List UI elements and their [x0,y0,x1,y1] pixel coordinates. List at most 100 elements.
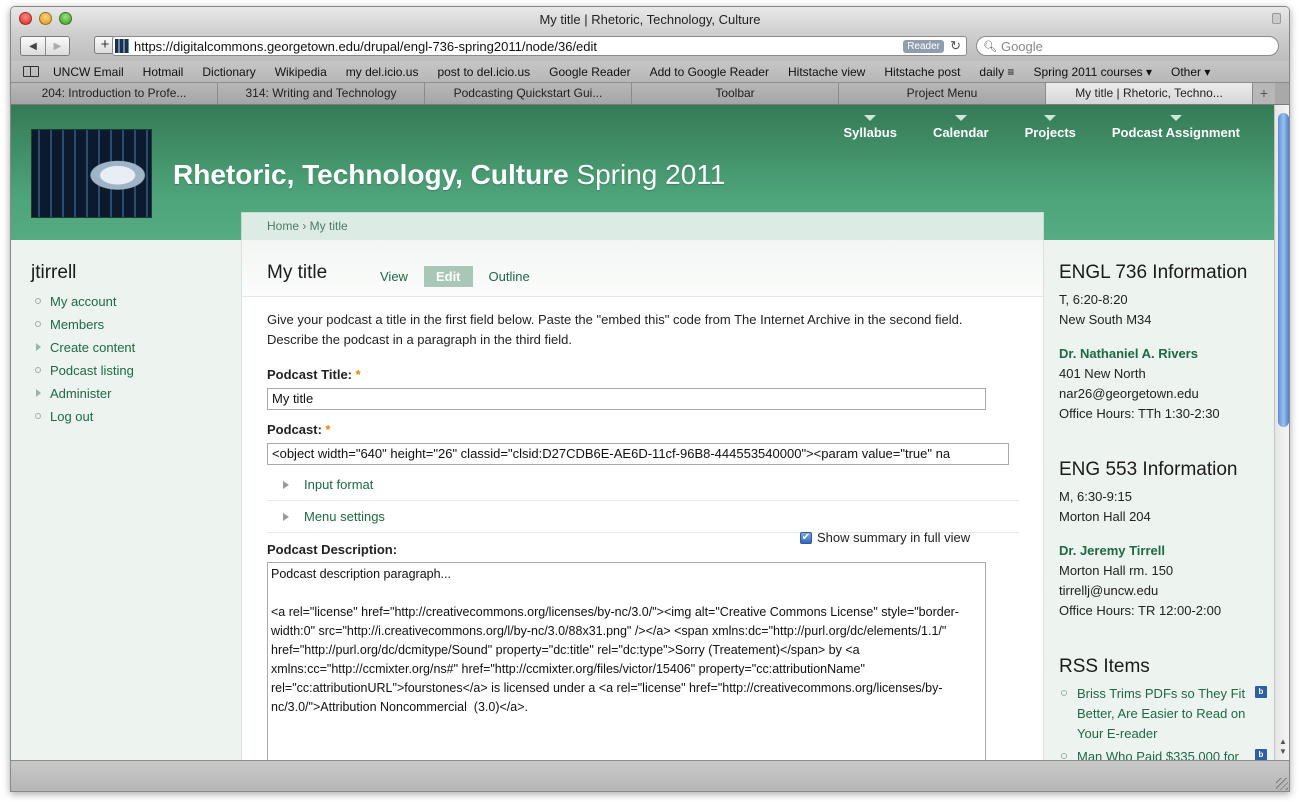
scroll-thumb[interactable] [1278,113,1289,427]
forward-button[interactable]: ▶ [45,37,69,55]
reader-button[interactable]: Reader [903,40,944,53]
menu-log-out[interactable]: Log out [33,405,135,428]
search-icon: 🔍︎ [983,40,997,53]
browser-tab[interactable]: 314: Writing and Technology [218,83,425,104]
bookmark-folder-other[interactable]: Other ▾ [1171,65,1210,79]
reading-list-icon[interactable] [23,66,39,77]
search-placeholder: Google [1000,38,1043,54]
required-marker: * [325,422,331,437]
browser-window: My title | Rhetoric, Technology, Culture… [10,6,1290,792]
page-viewport: Rhetoric, Technology, Culture Spring 201… [11,105,1274,760]
bookmark-item[interactable]: UNCW Email [53,65,124,79]
bookmark-item[interactable]: Hotmail [143,65,184,79]
chevron-down-icon: ▾ [1142,64,1152,79]
feed-source-icon: b [1255,749,1267,760]
menu-label: My account [50,294,117,309]
tab-bar: 204: Introduction to Profe... 314: Writi… [11,83,1289,105]
bookmark-item[interactable]: Hitstache post [884,65,960,79]
reload-icon[interactable]: ↻ [950,38,961,54]
podcast-embed-field[interactable]: <object width="640" height="26" classid=… [267,443,1009,465]
engl736-instructor[interactable]: Dr. Nathaniel A. Rivers [1059,346,1198,361]
bookmark-item[interactable]: my del.icio.us [346,65,419,79]
new-tab-button[interactable]: + [1253,83,1275,104]
input-format-fieldset[interactable]: Input format [267,469,1019,501]
bookmark-item[interactable]: Google Reader [549,65,630,79]
title-bar: My title | Rhetoric, Technology, Culture [11,7,1289,33]
site-title[interactable]: Rhetoric, Technology, Culture Spring 201… [173,159,725,191]
lock-icon [1272,13,1281,24]
nav-projects[interactable]: Projects [1025,115,1076,140]
required-marker: * [355,367,361,382]
rss-heading: RSS Items [1059,656,1150,677]
browser-tab[interactable]: Podcasting Quickstart Gui... [425,83,632,104]
address-bar[interactable]: https://digitalcommons.georgetown.edu/dr… [112,36,967,56]
bookmark-folder-courses[interactable]: Spring 2011 courses ▾ [1033,65,1152,79]
menu-label: Members [50,317,105,332]
fieldset-label: Input format [304,477,374,492]
expand-arrow-icon [36,343,41,351]
bullet-icon [35,298,41,304]
nav-calendar[interactable]: Calendar [933,115,989,140]
scroll-arrows-icon[interactable]: ▲ ▼ [1279,737,1287,757]
bookmark-item[interactable]: post to del.icio.us [437,65,530,79]
engl736-office: 401 New North [1059,366,1146,381]
bookmark-item[interactable]: Hitstache view [788,65,865,79]
user-menu: My account Members Create content Podcas… [33,290,135,428]
back-button[interactable]: ◀ [21,37,45,55]
site-logo[interactable] [31,129,152,218]
bookmark-folder-label: daily [979,64,1005,79]
eng553-instructor[interactable]: Dr. Jeremy Tirrell [1059,543,1165,558]
nav-podcast-assignment[interactable]: Podcast Assignment [1112,115,1240,140]
rss-item-title: Briss Trims PDFs so They Fit Better, Are… [1077,686,1246,741]
menu-podcast-listing[interactable]: Podcast listing [33,359,135,382]
browser-tab[interactable]: 204: Introduction to Profe... [11,83,218,104]
menu-label: Administer [50,386,112,401]
tab-outline[interactable]: Outline [479,266,540,287]
show-summary-label: Show summary in full view [817,530,971,545]
breadcrumb[interactable]: Home › My title [241,212,1044,240]
bookmark-item[interactable]: Dictionary [202,65,255,79]
tab-edit[interactable]: Edit [423,266,473,287]
menu-administer[interactable]: Administer [33,382,135,405]
bookmarks-bar: UNCW Email Hotmail Dictionary Wikipedia … [11,61,1289,83]
vertical-scrollbar[interactable]: ▲ ▼ [1274,105,1289,760]
page-title: My title [267,262,328,283]
podcast-description-field[interactable]: Podcast description paragraph... <a rel=… [267,562,986,760]
form-help-text: Give your podcast a title in the first f… [267,312,963,347]
browser-tab[interactable]: Toolbar [632,83,839,104]
nav-syllabus[interactable]: Syllabus [843,115,897,140]
podcast-title-field[interactable]: My title [267,388,986,410]
menu-settings-fieldset[interactable]: Menu settings [267,501,1019,533]
url-text[interactable]: https://digitalcommons.georgetown.edu/dr… [134,39,597,54]
menu-label: Create content [50,340,136,355]
rss-item[interactable]: Man Who Paid $335,000 for Virtual Real E… [1059,747,1267,760]
menu-my-account[interactable]: My account [33,290,135,313]
bookmark-item[interactable]: Wikipedia [275,65,327,79]
field-label-text: Podcast: [267,422,322,437]
menu-label: Podcast listing [50,363,134,378]
search-field[interactable]: 🔍︎ Google [976,36,1279,56]
engl736-email: nar26@georgetown.edu [1059,386,1199,401]
bookmark-folder-daily[interactable]: daily ≡ [979,65,1014,79]
bookmark-item[interactable]: Add to Google Reader [650,65,769,79]
menu-create-content[interactable]: Create content [33,336,135,359]
engl736-room: New South M34 [1059,312,1152,327]
rss-item[interactable]: Briss Trims PDFs so They Fit Better, Are… [1059,684,1267,744]
podcast-title-label: Podcast Title: * [267,367,361,382]
resize-grip-icon[interactable] [1276,778,1288,790]
show-summary-checkbox[interactable]: ✔ [800,531,812,544]
menu-icon: ≡ [1004,64,1015,79]
browser-tab-active[interactable]: My title | Rhetoric, Techno... [1046,83,1253,104]
show-summary-option[interactable]: ✔ Show summary in full view [800,530,970,545]
main-content: My title View Edit Outline Give your pod… [241,240,1044,760]
eng553-room: Morton Hall 204 [1059,509,1151,524]
status-bar [11,760,1289,791]
menu-members[interactable]: Members [33,313,135,336]
podcast-label: Podcast: * [267,422,331,437]
eng553-hours: Office Hours: TR 12:00-2:00 [1059,603,1222,618]
site-title-main: Rhetoric, Technology, Culture [173,159,569,190]
tab-view[interactable]: View [370,266,418,287]
browser-tab[interactable]: Project Menu [839,83,1046,104]
fieldset-label: Menu settings [304,509,385,524]
eng553-time: M, 6:30-9:15 [1059,489,1132,504]
